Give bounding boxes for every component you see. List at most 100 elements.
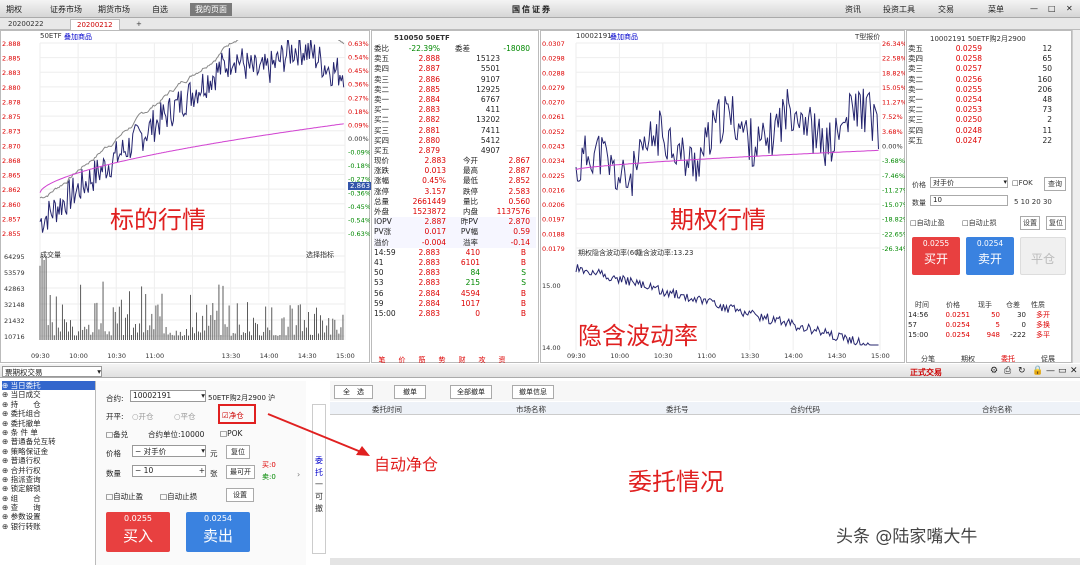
- bid-row[interactable]: 买四 2.880 5412: [374, 136, 536, 146]
- option-bid-row[interactable]: 买一 0.0254 48: [908, 95, 1068, 105]
- sell-button[interactable]: 0.0254 卖出: [186, 512, 250, 552]
- ask-row[interactable]: 卖一 2.884 6767: [374, 95, 536, 105]
- trade-nav-item[interactable]: ⊕ 锁定解锁: [2, 484, 95, 493]
- pok-checkbox[interactable]: □POK: [220, 429, 242, 438]
- minimize-icon[interactable]: —: [1030, 4, 1038, 13]
- option-ask-row[interactable]: 卖四 0.0258 65: [908, 54, 1068, 64]
- price-reset-button[interactable]: 复位: [226, 445, 250, 459]
- print-icon[interactable]: ⎙: [1004, 366, 1011, 376]
- trade-nav-item[interactable]: ⊕ 策略保证金: [2, 447, 95, 456]
- trade-nav-item[interactable]: ⊕ 当日成交: [2, 390, 95, 399]
- trade-nav-item[interactable]: ⊕ 合并行权: [2, 466, 95, 475]
- option-ask-row[interactable]: 卖二 0.0256 160: [908, 75, 1068, 85]
- max-open-button[interactable]: 最可开: [226, 465, 255, 479]
- bid-row[interactable]: 买五 2.879 4907: [374, 146, 536, 156]
- trade-nav-item[interactable]: ⊕ 参数设置: [2, 512, 95, 521]
- option-bid-row[interactable]: 买二 0.0253 73: [908, 105, 1068, 115]
- option-bottom-tab[interactable]: 分笔: [908, 354, 948, 364]
- collapse-arrow-icon[interactable]: ›: [297, 470, 305, 482]
- menu-menu[interactable]: 菜单: [988, 4, 1004, 15]
- cancel-info-button[interactable]: 撤单信息: [512, 385, 554, 399]
- settings-button[interactable]: 设置: [226, 488, 254, 502]
- auto-profit-checkbox[interactable]: □自动止盈: [106, 491, 143, 502]
- radio-open[interactable]: ○开仓: [132, 411, 154, 422]
- menu-futures[interactable]: 期货市场: [98, 4, 130, 15]
- option-ask-row[interactable]: 卖五 0.0259 12: [908, 44, 1068, 54]
- trade-nav-item[interactable]: ⊕ 委托撤单: [2, 419, 95, 428]
- oq-fok[interactable]: □FOK: [1012, 179, 1033, 187]
- option-bid-row[interactable]: 买三 0.0250 2: [908, 115, 1068, 125]
- trade-nav-item[interactable]: ⊕ 委托组合: [2, 409, 95, 418]
- trade-type-dropdown[interactable]: 票期权交易 ▾: [2, 366, 102, 377]
- oq-reset-button[interactable]: 复位: [1046, 216, 1066, 230]
- maximize-icon[interactable]: □: [1048, 4, 1056, 13]
- bid-row[interactable]: 买一 2.883 411: [374, 105, 536, 115]
- oq-qty-input[interactable]: 10: [930, 195, 1008, 206]
- add-tab-icon[interactable]: +: [130, 19, 148, 30]
- trade-nav-item[interactable]: ⊕ 持 仓: [2, 400, 95, 409]
- cancel-all-button[interactable]: 全部撤单: [450, 385, 492, 399]
- oq-qty-presets[interactable]: 5 10 20 30: [1014, 198, 1052, 206]
- col-market-name[interactable]: 市场名称: [516, 404, 546, 415]
- refresh-icon[interactable]: ↻: [1018, 366, 1026, 376]
- close-icon[interactable]: ✕: [1070, 366, 1078, 376]
- menu-tools[interactable]: 投资工具: [883, 4, 915, 15]
- trade-nav-item[interactable]: ⊕ 普通备兑互转: [2, 437, 95, 446]
- auto-loss-checkbox[interactable]: □自动止损: [160, 491, 197, 502]
- lock-icon[interactable]: 🔒: [1032, 366, 1043, 376]
- option-ask-row[interactable]: 卖三 0.0257 50: [908, 64, 1068, 74]
- trade-nav-item[interactable]: ⊕ 组 合: [2, 494, 95, 503]
- option-bottom-tab[interactable]: 委托: [988, 354, 1028, 364]
- close-icon[interactable]: ✕: [1066, 4, 1073, 13]
- trade-nav-item[interactable]: ⊕ 当日委托: [2, 381, 95, 391]
- oq-price-select[interactable]: 对手价 ▾: [930, 177, 1008, 188]
- menu-option[interactable]: 期权: [6, 4, 22, 15]
- col-contract-name[interactable]: 合约名称: [982, 404, 1012, 415]
- option-ask-row[interactable]: 卖一 0.0255 206: [908, 85, 1068, 95]
- col-order-no[interactable]: 委托号: [666, 404, 689, 415]
- net-position-checkbox[interactable]: ☑净仓: [218, 404, 256, 424]
- oq-buy-open-button[interactable]: 0.0255 买开: [912, 237, 960, 275]
- gear-icon[interactable]: ⚙: [990, 366, 998, 376]
- trade-nav-item[interactable]: ⊕ 普通行权: [2, 456, 95, 465]
- col-contract-code[interactable]: 合约代码: [790, 404, 820, 415]
- restore-icon[interactable]: ▭: [1058, 366, 1067, 376]
- bid-row[interactable]: 买三 2.881 7411: [374, 126, 536, 136]
- menu-my-page[interactable]: 我的页面: [190, 3, 232, 16]
- covered-checkbox[interactable]: □备兑: [106, 429, 128, 440]
- option-bid-row[interactable]: 买四 0.0248 11: [908, 126, 1068, 136]
- menu-news[interactable]: 资讯: [845, 4, 861, 15]
- oq-auto-profit[interactable]: □自动止盈: [910, 218, 945, 228]
- menu-trade[interactable]: 交易: [938, 4, 954, 15]
- select-all-button[interactable]: 全 选: [334, 385, 373, 399]
- qty-input[interactable]: − 10 +: [132, 465, 206, 477]
- contract-input[interactable]: 10002191 ▾: [130, 390, 206, 402]
- option-bottom-tab[interactable]: 期权: [948, 354, 988, 364]
- ask-row[interactable]: 卖四 2.887 5501: [374, 64, 536, 74]
- trade-nav-item[interactable]: ⊕ 银行转账: [2, 522, 95, 531]
- price-select[interactable]: − 对手价 ▾: [132, 445, 206, 457]
- oq-query-button[interactable]: 查询: [1044, 177, 1066, 191]
- oq-settings-button[interactable]: 设置: [1020, 216, 1040, 230]
- oq-sell-open-button[interactable]: 0.0254 卖开: [966, 237, 1014, 275]
- radio-close[interactable]: ○平仓: [174, 411, 196, 422]
- oq-close-button[interactable]: 平仓: [1020, 237, 1066, 275]
- ask-row[interactable]: 卖五 2.888 15123: [374, 54, 536, 64]
- trade-nav-item[interactable]: ⊕ 条 件 单: [2, 428, 95, 437]
- ask-row[interactable]: 卖二 2.885 12925: [374, 85, 536, 95]
- trade-nav-item[interactable]: ⊕ 指派查询: [2, 475, 95, 484]
- ask-row[interactable]: 卖三 2.886 9107: [374, 75, 536, 85]
- buy-button[interactable]: 0.0255 买入: [106, 512, 170, 552]
- tab-20200222[interactable]: 20200222: [2, 19, 50, 30]
- oq-auto-loss[interactable]: □自动止损: [962, 218, 997, 228]
- tab-20200212[interactable]: 20200212: [70, 19, 120, 30]
- menu-watchlist[interactable]: 自选: [152, 4, 168, 15]
- cancel-order-button[interactable]: 撤单: [394, 385, 426, 399]
- orders-scrollbar[interactable]: [330, 558, 1080, 565]
- option-bid-row[interactable]: 买五 0.0247 22: [908, 136, 1068, 146]
- indicator-select[interactable]: 选择指标: [306, 250, 334, 260]
- bid-row[interactable]: 买二 2.882 13202: [374, 115, 536, 125]
- option-bottom-tab[interactable]: 促展: [1028, 354, 1068, 364]
- menu-securities[interactable]: 证券市场: [50, 4, 82, 15]
- minimize-icon[interactable]: —: [1046, 366, 1055, 376]
